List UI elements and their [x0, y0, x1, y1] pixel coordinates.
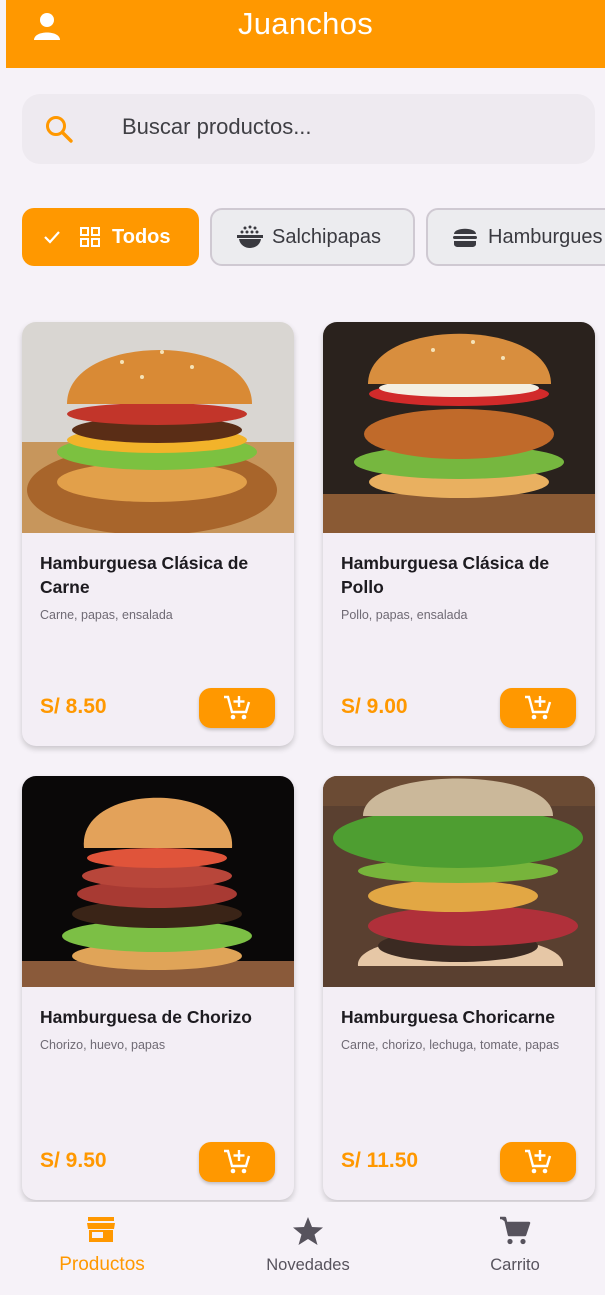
- burger-image: [323, 776, 595, 987]
- product-card[interactable]: Hamburguesa de Chorizo Chorizo, huevo, p…: [22, 776, 294, 1200]
- category-filter: Todos Salchipapas Hamburgues: [22, 208, 605, 268]
- add-to-cart-button[interactable]: [500, 1142, 576, 1182]
- rice-bowl-icon: [237, 225, 263, 248]
- chip-label: Todos: [112, 225, 171, 248]
- add-shopping-cart-icon: [525, 695, 552, 720]
- search-icon: [46, 116, 73, 143]
- burger-image: [323, 322, 595, 533]
- product-price: S/ 9.50: [40, 1149, 107, 1172]
- burger-image: [22, 322, 294, 533]
- chip-hamburguesas[interactable]: Hamburgues: [426, 208, 605, 266]
- star-icon: [293, 1217, 323, 1245]
- add-to-cart-button[interactable]: [500, 688, 576, 728]
- product-name: Hamburguesa Clásica de Carne: [40, 553, 249, 597]
- product-description: Carne, papas, ensalada: [40, 608, 173, 622]
- product-price: S/ 8.50: [40, 695, 107, 718]
- chip-todos[interactable]: Todos: [22, 208, 199, 266]
- app-title: Juanchos: [237, 6, 374, 41]
- check-icon: [44, 231, 60, 244]
- bottom-navigation: Productos Novedades Carrito: [0, 1202, 605, 1295]
- add-shopping-cart-icon: [224, 695, 251, 720]
- product-description: Pollo, papas, ensalada: [341, 608, 468, 622]
- chip-label: Hamburgues: [488, 225, 603, 248]
- cart-icon: [500, 1216, 531, 1245]
- burger-image: [22, 776, 294, 987]
- nav-label: Productos: [59, 1254, 145, 1275]
- product-name: Hamburguesa de Chorizo: [40, 1007, 252, 1027]
- product-description: Carne, chorizo, lechuga, tomate, papas: [341, 1038, 560, 1052]
- product-name: Hamburguesa Choricarne: [341, 1007, 555, 1027]
- grid-icon: [80, 227, 100, 247]
- nav-label: Novedades: [266, 1256, 350, 1274]
- product-price: S/ 9.00: [341, 695, 408, 718]
- product-card[interactable]: Hamburguesa Choricarne Carne, chorizo, l…: [323, 776, 595, 1200]
- product-name: Hamburguesa Clásica de Pollo: [341, 553, 550, 597]
- product-price: S/ 11.50: [341, 1149, 419, 1172]
- search-placeholder: Buscar productos...: [122, 114, 312, 139]
- nav-label: Carrito: [490, 1256, 540, 1274]
- app-bar: Juanchos: [6, 0, 605, 68]
- chip-label: Salchipapas: [272, 225, 381, 248]
- add-shopping-cart-icon: [525, 1149, 552, 1174]
- product-description: Chorizo, huevo, papas: [40, 1038, 166, 1052]
- add-shopping-cart-icon: [224, 1149, 251, 1174]
- store-icon: [87, 1217, 115, 1242]
- burger-icon: [453, 228, 477, 247]
- add-to-cart-button[interactable]: [199, 1142, 275, 1182]
- product-card[interactable]: Hamburguesa Clásica de Carne Carne, papa…: [22, 322, 294, 746]
- search-input[interactable]: Buscar productos...: [22, 94, 595, 164]
- chip-salchipapas[interactable]: Salchipapas: [210, 208, 415, 266]
- product-card[interactable]: Hamburguesa Clásica de Pollo Pollo, papa…: [323, 322, 595, 746]
- add-to-cart-button[interactable]: [199, 688, 275, 728]
